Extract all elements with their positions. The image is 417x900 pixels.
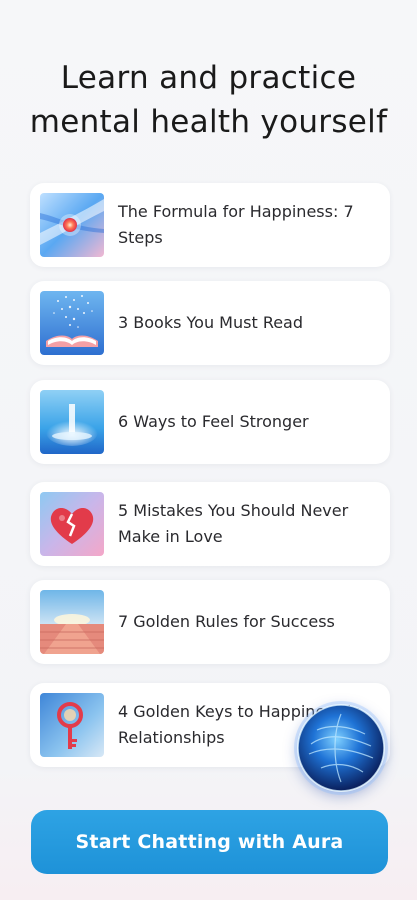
- article-title: 6 Ways to Feel Stronger: [118, 412, 309, 431]
- golden-key-image: [40, 693, 104, 757]
- screen: Learn and practice mental health yoursel…: [0, 0, 417, 900]
- page-title-line-1: Learn and practice: [60, 60, 357, 96]
- broken-heart-image: [40, 492, 104, 556]
- article-card-golden-rules[interactable]: 7 Golden Rules for Success: [30, 580, 390, 664]
- start-chatting-button[interactable]: Start Chatting with Aura: [31, 810, 388, 874]
- golden-path-image: [40, 590, 104, 654]
- article-title: The Formula for Happiness: 7 Steps: [118, 202, 354, 247]
- article-card-feel-stronger[interactable]: 6 Ways to Feel Stronger: [30, 380, 390, 464]
- article-title: 7 Golden Rules for Success: [118, 612, 335, 631]
- article-card-mistakes-in-love[interactable]: 5 Mistakes You Should Never Make in Love: [30, 482, 390, 566]
- page-title: Learn and practice mental health yoursel…: [0, 56, 417, 144]
- page-title-line-2: mental health yourself: [29, 104, 388, 140]
- open-book-image: [40, 291, 104, 355]
- article-card-three-books[interactable]: 3 Books You Must Read: [30, 281, 390, 365]
- glowing-orb-image: [40, 193, 104, 257]
- article-title: 3 Books You Must Read: [118, 313, 304, 332]
- article-title: 5 Mistakes You Should Never Make in Love: [118, 501, 349, 546]
- article-card-formula-for-happiness[interactable]: The Formula for Happiness: 7 Steps: [30, 183, 390, 267]
- light-fountain-image: [40, 390, 104, 454]
- aura-orb-icon[interactable]: [297, 704, 385, 792]
